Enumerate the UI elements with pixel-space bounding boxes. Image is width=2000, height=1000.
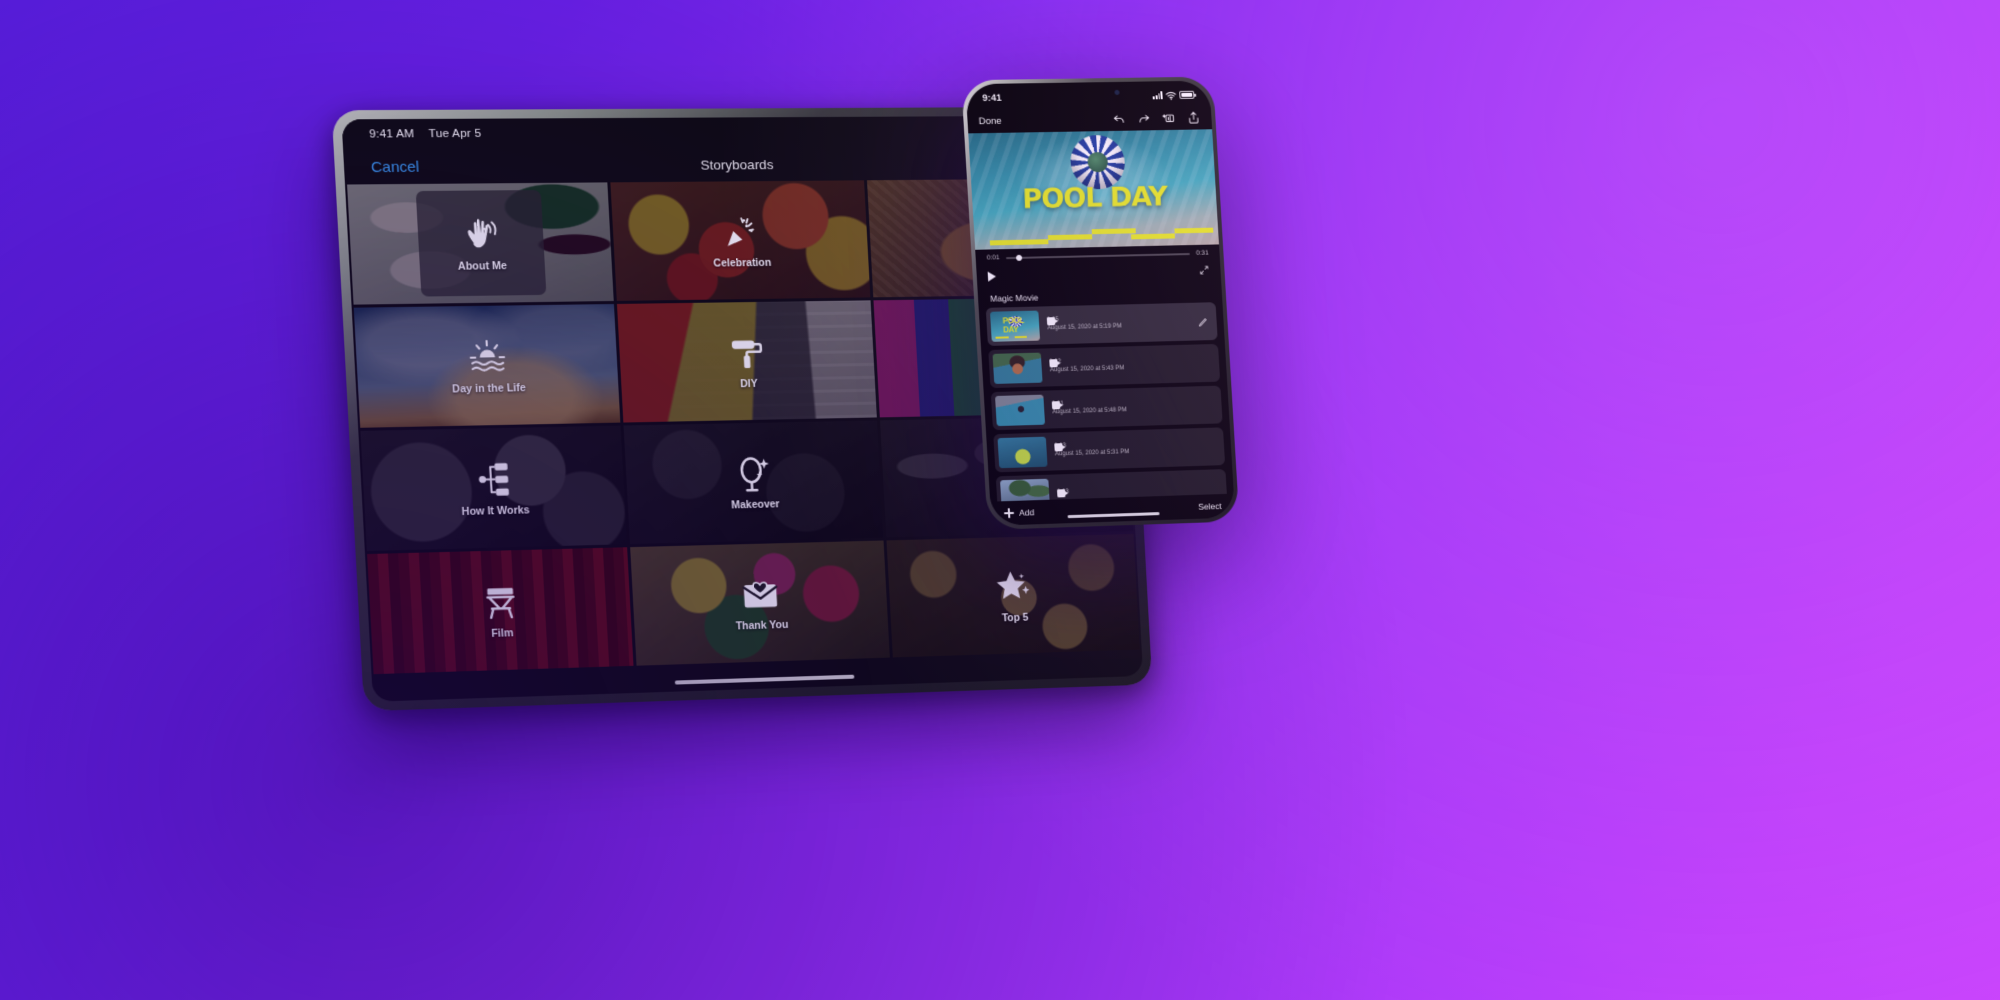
storyboard-tile-day-in-the-life[interactable]: Day in the Life	[353, 303, 621, 428]
storyboard-tile-thank-you[interactable]: Thank You	[630, 540, 890, 666]
tile-label: DIY	[739, 377, 758, 390]
iphone-screen: 9:41 Done POOL DAY 0:01 0:31 Magic Movie…	[965, 80, 1236, 526]
thumb-title-overlay: POOL DAY	[1002, 315, 1024, 335]
clip-meta: 0:01 August 15, 2020 at 5:48 PM	[1052, 397, 1215, 417]
clip-meta: 0:02 August 15, 2020 at 5:43 PM	[1049, 355, 1212, 375]
iphone-body: 9:41 Done POOL DAY 0:01 0:31 Magic Movie…	[961, 76, 1240, 530]
tile-content: Makeover	[624, 420, 884, 544]
party-popper-icon	[720, 212, 762, 252]
clip-list-item[interactable]: POOL DAY 0:05 August 15, 2020 at 5:19 PM	[985, 302, 1218, 346]
clip-meta: 0:03 August 15, 2020 at 5:31 PM	[1054, 439, 1217, 460]
flow-diagram-icon	[472, 459, 515, 500]
paint-roller-icon	[726, 332, 768, 373]
clip-thumbnail	[997, 436, 1048, 469]
tile-label: Makeover	[730, 497, 780, 511]
directors-chair-icon	[479, 581, 522, 623]
thumb-caption-bar	[1014, 335, 1027, 339]
share-icon[interactable]	[1186, 111, 1201, 125]
iphone-status-time: 9:41	[982, 92, 1002, 104]
tile-label: Day in the Life	[451, 381, 527, 396]
clip-meta: 0:05 August 15, 2020 at 5:19 PM	[1047, 313, 1210, 333]
scrubber-knob[interactable]	[1015, 254, 1022, 261]
tile-content: Film	[367, 547, 633, 674]
tile-label: Celebration	[713, 256, 772, 270]
waving-hand-icon	[459, 214, 502, 255]
video-title-overlay: POOL DAY	[1022, 181, 1168, 216]
ipad-home-indicator	[674, 674, 855, 685]
storyboard-tile-top-5[interactable]: Top 5	[886, 533, 1140, 658]
expand-icon[interactable]	[1198, 263, 1210, 281]
iphone-status-bar: 9:41	[965, 81, 1210, 110]
ipad-status-date: Tue Apr 5	[428, 127, 482, 141]
storyboard-tile-film[interactable]: Film	[367, 547, 634, 675]
clip-thumbnail	[992, 352, 1043, 384]
caption-bars	[974, 225, 1219, 248]
tile-content: Day in the Life	[354, 304, 621, 428]
clip-list-item[interactable]: 0:01 August 15, 2020 at 5:48 PM	[990, 385, 1223, 431]
tile-content: About Me	[347, 182, 614, 304]
clip-list-item[interactable]: 0:02 August 15, 2020 at 5:43 PM	[988, 343, 1221, 389]
redo-icon[interactable]	[1137, 111, 1152, 125]
clip-thumbnail	[995, 394, 1046, 427]
plus-icon	[1004, 508, 1015, 518]
clip-thumbnail: POOL DAY	[989, 310, 1041, 342]
tile-content: Top 5	[886, 534, 1139, 658]
storyboard-tile-how-it-works[interactable]: How It Works	[360, 425, 627, 551]
scrubber-track[interactable]	[1005, 252, 1191, 261]
wifi-icon	[1165, 91, 1176, 100]
iphone-device: 9:41 Done POOL DAY 0:01 0:31 Magic Movie…	[961, 76, 1240, 530]
storyboard-tile-makeover[interactable]: Makeover	[623, 420, 884, 545]
clip-list[interactable]: POOL DAY 0:05 August 15, 2020 at 5:19 PM 0:…	[978, 302, 1234, 502]
sunrise-icon	[466, 336, 509, 377]
edit-pencil-icon[interactable]	[1196, 315, 1209, 327]
undo-icon[interactable]	[1112, 112, 1127, 126]
storyboard-tile-about-me[interactable]: About Me	[347, 182, 614, 305]
tile-content: Thank You	[630, 540, 890, 665]
tile-label: Thank You	[735, 618, 789, 632]
mirror-sparkle-icon	[733, 453, 775, 494]
tile-content: How It Works	[360, 426, 627, 551]
done-button[interactable]: Done	[978, 115, 1002, 126]
tile-label: About Me	[457, 259, 508, 273]
tile-label: Top 5	[1001, 611, 1029, 624]
magic-wand-icon[interactable]	[1161, 111, 1176, 125]
tile-label: Film	[490, 626, 514, 640]
video-preview[interactable]: POOL DAY	[968, 129, 1219, 250]
heart-envelope-icon	[739, 574, 781, 615]
clip-list-item[interactable]: 0:03 August 15, 2020 at 5:31 PM	[993, 427, 1226, 473]
play-icon[interactable]	[987, 271, 997, 282]
cellular-signal-icon	[1152, 91, 1163, 100]
select-button[interactable]: Select	[1198, 501, 1222, 512]
tile-content: Celebration	[610, 180, 870, 301]
current-time: 0:01	[986, 254, 1000, 262]
thumb-caption-bar	[995, 335, 1010, 339]
status-indicators	[1152, 90, 1195, 100]
screenshot-stage: 9:41 AM Tue Apr 5 Cancel Storyboards Abo…	[0, 0, 2000, 1000]
storyboard-tile-celebration[interactable]: Celebration	[610, 180, 871, 301]
star-sparkle-icon	[993, 567, 1034, 608]
tile-label: How It Works	[461, 503, 530, 518]
clip-thumbnail	[1000, 478, 1051, 502]
battery-icon	[1179, 91, 1195, 99]
ipad-status-time: 9:41 AM	[368, 128, 415, 141]
total-time: 0:31	[1195, 249, 1209, 257]
storyboard-tile-diy[interactable]: DIY	[616, 300, 877, 423]
tile-content: DIY	[617, 300, 877, 422]
toolbar-icons	[1112, 111, 1201, 126]
